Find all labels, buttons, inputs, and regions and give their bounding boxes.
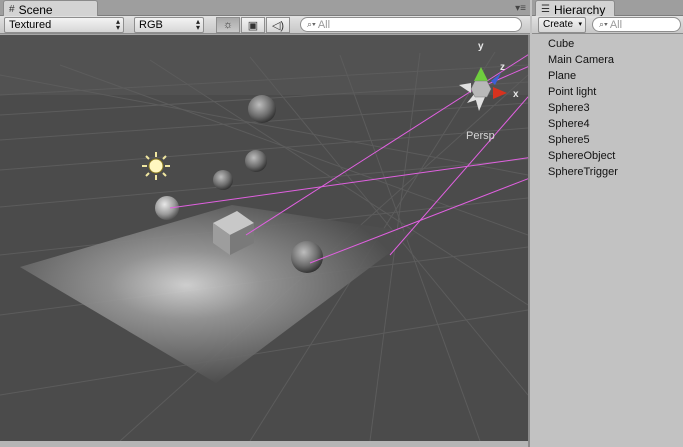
tab-scene-label: Scene [18, 2, 53, 17]
scene-tabstrip: # Scene ▾≡ [0, 0, 530, 17]
render-mode-value: Textured [9, 19, 52, 31]
hierarchy-panel: ☰ Hierarchy Create ▾ ⌕▾ All Cube Main Ca… [532, 0, 683, 447]
sphere3 [248, 95, 276, 123]
image-icon: ▣ [247, 19, 259, 32]
gizmo-label-x: x [513, 89, 519, 100]
scene-panel: # Scene ▾≡ Textured ▴ ▾ RGB ▴ ▾ ☼ ▣ ◁) ⌕▾ … [0, 0, 530, 447]
hierarchy-item-plane[interactable]: Plane [532, 68, 683, 84]
list-icon: ☰ [541, 4, 550, 15]
gizmo-label-y: y [478, 41, 484, 52]
sphere4 [245, 150, 267, 172]
speaker-icon: ◁) [271, 19, 285, 32]
tab-hierarchy[interactable]: ☰ Hierarchy [535, 0, 615, 17]
hierarchy-tabstrip: ☰ Hierarchy [532, 0, 683, 17]
hierarchy-list: Cube Main Camera Plane Point light Spher… [532, 36, 683, 180]
hierarchy-item-sphere-object[interactable]: SphereObject [532, 148, 683, 164]
hierarchy-search-input[interactable]: ⌕▾ All [592, 17, 681, 32]
search-icon: ⌕▾ [307, 19, 316, 29]
scene-search-input[interactable]: ⌕▾ All [300, 17, 522, 32]
hierarchy-toolbar: Create ▾ ⌕▾ All [532, 16, 683, 34]
gizmo-label-z: z [500, 62, 505, 73]
persp-label[interactable]: Persp [466, 130, 495, 142]
hierarchy-item-sphere3[interactable]: Sphere3 [532, 100, 683, 116]
hierarchy-item-sphere4[interactable]: Sphere4 [532, 116, 683, 132]
hierarchy-item-main-camera[interactable]: Main Camera [532, 52, 683, 68]
sphere-object [155, 196, 179, 220]
color-mode-dropdown[interactable]: RGB ▴ ▾ [134, 17, 204, 33]
chevron-down-icon: ▾ [578, 21, 583, 28]
create-button[interactable]: Create ▾ [538, 17, 587, 33]
tab-scene[interactable]: # Scene [3, 0, 98, 17]
updown-arrow-icon: ▴ ▾ [115, 17, 120, 32]
hierarchy-item-sphere-trigger[interactable]: SphereTrigger [532, 164, 683, 180]
sun-icon: ☼ [222, 19, 234, 31]
scene-view-canvas [0, 35, 528, 441]
scene-search-placeholder: All [317, 18, 331, 31]
sphere5 [213, 170, 233, 190]
scene-lighting-toggle[interactable]: ☼ [216, 17, 240, 33]
hierarchy-item-sphere5[interactable]: Sphere5 [532, 132, 683, 148]
hierarchy-item-cube[interactable]: Cube [532, 36, 683, 52]
panel-divider[interactable] [528, 35, 530, 447]
scene-viewport[interactable]: y z x Persp [0, 35, 528, 441]
hierarchy-item-point-light[interactable]: Point light [532, 84, 683, 100]
scene-overlay-toggle[interactable]: ▣ [241, 17, 265, 33]
updown-arrow-icon: ▴ ▾ [195, 17, 200, 32]
tab-hierarchy-label: Hierarchy [553, 2, 606, 17]
hierarchy-search-placeholder: All [609, 18, 623, 31]
sphere-trigger [291, 241, 323, 273]
create-button-label: Create [543, 19, 574, 30]
search-icon: ⌕▾ [599, 19, 608, 29]
scene-toolbar: Textured ▴ ▾ RGB ▴ ▾ ☼ ▣ ◁) ⌕▾ All [0, 16, 530, 34]
panel-menu-icon[interactable]: ▾≡ [515, 3, 526, 14]
scene-bottom-strip [0, 441, 528, 447]
scene-audio-toggle[interactable]: ◁) [266, 17, 290, 33]
color-mode-value: RGB [139, 19, 163, 31]
render-mode-dropdown[interactable]: Textured ▴ ▾ [4, 17, 124, 33]
point-light-icon [142, 152, 170, 180]
grid-icon: # [9, 4, 15, 15]
